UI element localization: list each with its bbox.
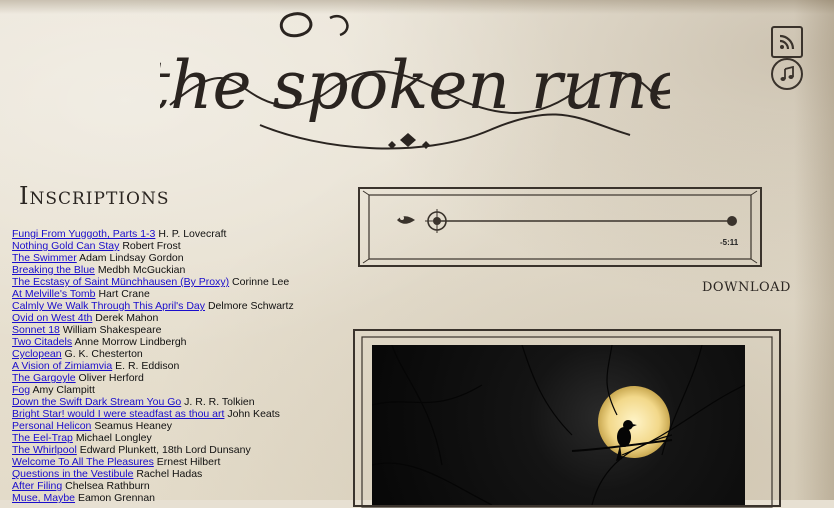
rss-button[interactable]: [771, 26, 803, 58]
inscription-author: Seamus Heaney: [94, 420, 172, 432]
inscription-title-link[interactable]: The Ecstasy of Saint Münchhausen (By Pro…: [12, 276, 229, 288]
inscription-title-link[interactable]: Sonnet 18: [12, 324, 60, 336]
inscription-author: G. K. Chesterton: [64, 348, 143, 360]
inscription-title-link[interactable]: Cyclopean: [12, 348, 62, 360]
inscription-item: After Filing Chelsea Rathburn: [12, 480, 352, 492]
inscription-title-link[interactable]: After Filing: [12, 480, 62, 492]
inscription-author: Amy Clampitt: [32, 384, 95, 396]
inscription-item: Ovid on West 4th Derek Mahon: [12, 312, 352, 324]
inscription-title-link[interactable]: Two Citadels: [12, 336, 72, 348]
inscription-title-link[interactable]: Calmly We Walk Through This April's Day: [12, 300, 205, 312]
inscription-item: Fog Amy Clampitt: [12, 384, 352, 396]
inscription-item: Personal Helicon Seamus Heaney: [12, 420, 352, 432]
inscription-author: Oliver Herford: [78, 372, 144, 384]
player-end-marker: [727, 216, 737, 226]
download-link[interactable]: Download: [702, 280, 791, 295]
inscription-title-link[interactable]: Personal Helicon: [12, 420, 91, 432]
time-remaining: -5:11: [720, 238, 739, 247]
inscription-title-link[interactable]: The Whirlpool: [12, 444, 77, 456]
inscription-author: Ernest Hilbert: [156, 456, 221, 468]
inscription-item: The Eel-Trap Michael Longley: [12, 432, 352, 444]
inscription-author: Eamon Grennan: [77, 492, 156, 504]
site-logo-text: the spoken rune: [160, 47, 670, 124]
inscription-item: The Whirlpool Edward Plunkett, 18th Lord…: [12, 444, 352, 456]
inscription-author: Rachel Hadas: [136, 468, 203, 480]
inscription-item: Questions in the Vestibule Rachel Hadas: [12, 468, 352, 480]
site-logo[interactable]: the spoken rune: [143, 10, 687, 160]
inscription-item: Down the Swift Dark Stream You Go J. R. …: [12, 396, 352, 408]
inscription-author: J. R. R. Tolkien: [184, 396, 255, 408]
inscription-item: Breaking the Blue Medbh McGuckian: [12, 264, 352, 276]
inscription-item: The Gargoyle Oliver Herford: [12, 372, 352, 384]
inscription-item: At Melville's Tomb Hart Crane: [12, 288, 352, 300]
player-ornament-left: [397, 216, 415, 224]
inscription-title-link[interactable]: The Gargoyle: [12, 372, 76, 384]
inscription-item: Muse, Maybe Eamon Grennan: [12, 492, 352, 504]
inscription-item: Welcome To All The Pleasures Ernest Hilb…: [12, 456, 352, 468]
inscription-item: Bright Star! would I were steadfast as t…: [12, 408, 352, 420]
inscription-author: Delmore Schwartz: [207, 300, 294, 312]
inscription-author: Derek Mahon: [95, 312, 159, 324]
inscription-author: Chelsea Rathburn: [65, 480, 150, 492]
inscription-item: The Ecstasy of Saint Münchhausen (By Pro…: [12, 276, 352, 288]
inscription-author: E. R. Eddison: [115, 360, 180, 372]
music-button[interactable]: [771, 58, 803, 90]
inscription-author: H. P. Lovecraft: [158, 228, 227, 240]
audio-player[interactable]: -5:11: [357, 186, 763, 268]
inscription-item: Two Citadels Anne Morrow Lindbergh: [12, 336, 352, 348]
inscription-title-link[interactable]: Ovid on West 4th: [12, 312, 92, 324]
inscription-item: Nothing Gold Can Stay Robert Frost: [12, 240, 352, 252]
inscription-title-link[interactable]: At Melville's Tomb: [12, 288, 96, 300]
featured-image: [372, 345, 745, 505]
inscription-title-link[interactable]: Bright Star! would I were steadfast as t…: [12, 408, 224, 420]
inscription-title-link[interactable]: Questions in the Vestibule: [12, 468, 133, 480]
inscription-author: Robert Frost: [122, 240, 181, 252]
inscription-author: Michael Longley: [75, 432, 152, 444]
inscription-title-link[interactable]: Down the Swift Dark Stream You Go: [12, 396, 181, 408]
music-note-icon: [780, 66, 794, 81]
inscription-author: Hart Crane: [98, 288, 150, 300]
inscription-title-link[interactable]: Welcome To All The Pleasures: [12, 456, 154, 468]
inscription-author: Anne Morrow Lindbergh: [74, 336, 187, 348]
inscription-item: Cyclopean G. K. Chesterton: [12, 348, 352, 360]
inscription-title-link[interactable]: Fog: [12, 384, 30, 396]
inscription-author: Edward Plunkett, 18th Lord Dunsany: [79, 444, 251, 456]
inscription-author: Adam Lindsay Gordon: [79, 252, 184, 264]
inscription-title-link[interactable]: The Swimmer: [12, 252, 77, 264]
inscription-item: The Swimmer Adam Lindsay Gordon: [12, 252, 352, 264]
inscription-author: John Keats: [227, 408, 280, 420]
inscription-item: A Vision of Zimiamvia E. R. Eddison: [12, 360, 352, 372]
inscription-title-link[interactable]: Fungi From Yuggoth, Parts 1-3: [12, 228, 155, 240]
inscription-title-link[interactable]: Muse, Maybe: [12, 492, 75, 504]
inscription-item: Fungi From Yuggoth, Parts 1-3 H. P. Love…: [12, 228, 352, 240]
inscription-title-link[interactable]: A Vision of Zimiamvia: [12, 360, 112, 372]
inscription-author: William Shakespeare: [62, 324, 162, 336]
inscription-item: Calmly We Walk Through This April's Day …: [12, 300, 352, 312]
inscription-author: Corinne Lee: [232, 276, 290, 288]
inscription-item: Sonnet 18 William Shakespeare: [12, 324, 352, 336]
inscription-title-link[interactable]: The Eel-Trap: [12, 432, 73, 444]
inscriptions-heading: Inscriptions: [19, 182, 170, 210]
inscriptions-list: Fungi From Yuggoth, Parts 1-3 H. P. Love…: [12, 228, 352, 504]
inscription-title-link[interactable]: Breaking the Blue: [12, 264, 95, 276]
rss-icon: [779, 34, 795, 50]
inscription-title-link[interactable]: Nothing Gold Can Stay: [12, 240, 119, 252]
inscription-author: Medbh McGuckian: [97, 264, 186, 276]
